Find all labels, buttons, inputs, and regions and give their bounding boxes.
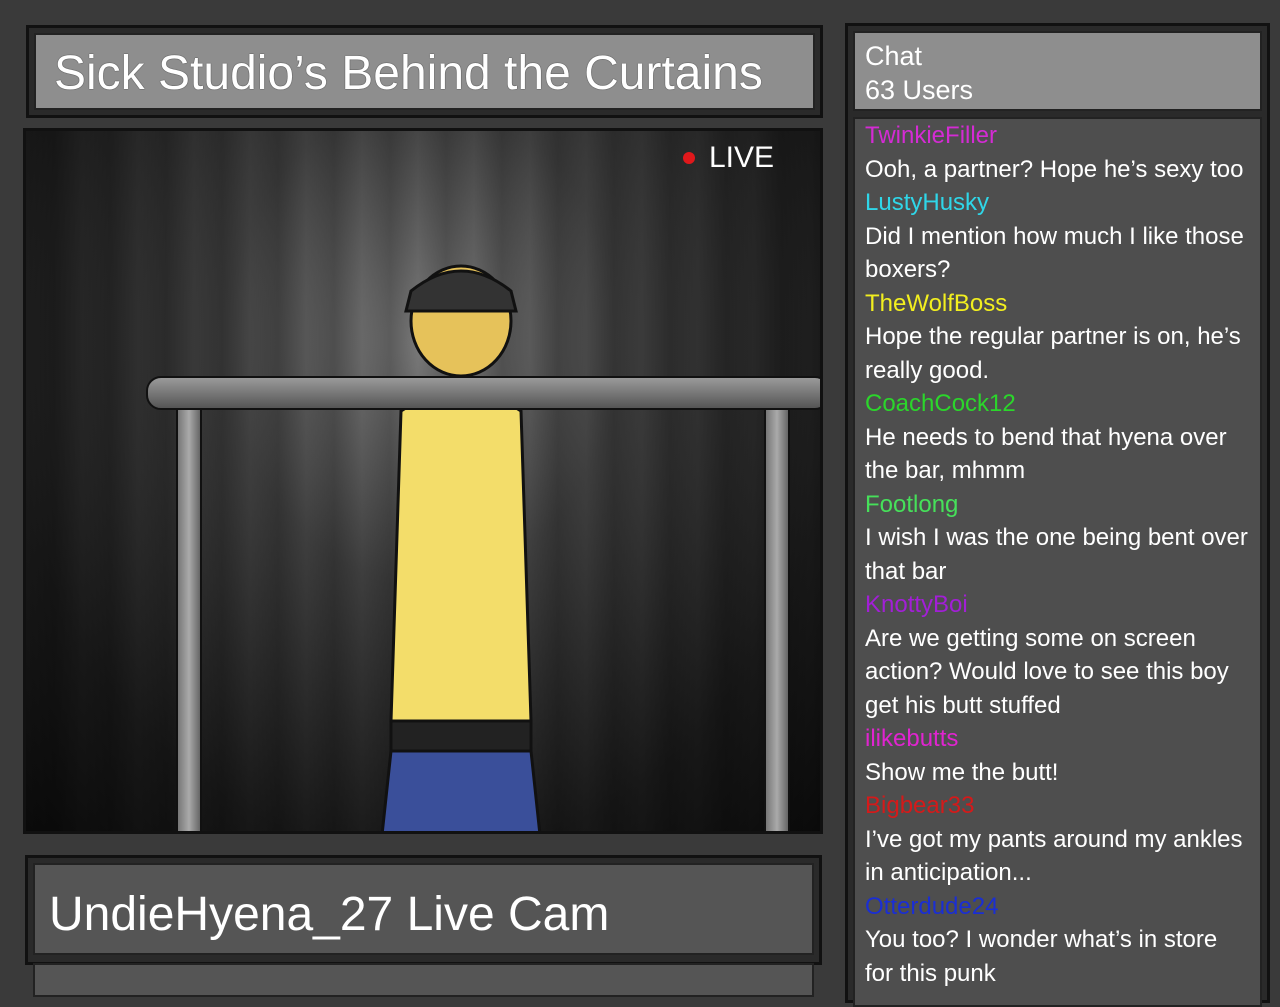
chat-message: CoachCock12 He needs to bend that hyena … (865, 387, 1250, 488)
stream-title-bar: Sick Studio’s Behind the Curtains (26, 25, 823, 118)
chat-text: Hope the regular partner is on, he’s rea… (865, 323, 1241, 384)
chat-message: Bigbear33 I’ve got my pants around my an… (865, 789, 1250, 890)
streamer-figure (331, 251, 591, 831)
chat-message: ilikebutts Show me the butt! (865, 722, 1250, 789)
live-indicator: LIVE (682, 141, 774, 175)
video-player[interactable]: LIVE (23, 128, 823, 834)
bar-post-right (764, 406, 790, 831)
chat-username[interactable]: Bigbear33 (865, 789, 1250, 823)
chat-panel: Chat 63 Users TwinkieFiller Ooh, a partn… (845, 23, 1270, 1007)
chat-username[interactable]: LustyHusky (865, 186, 1250, 220)
chat-text: I’ve got my pants around my ankles in an… (865, 825, 1243, 887)
chat-text: You too? I wonder what’s in store for th… (865, 926, 1218, 987)
chat-text: Did I mention how much I like those boxe… (865, 222, 1244, 284)
cam-label-panel: UndieHyena_27 Live Cam (25, 855, 822, 997)
chat-header: Chat 63 Users (853, 31, 1262, 111)
chat-messages[interactable]: TwinkieFiller Ooh, a partner? Hope he’s … (853, 117, 1262, 1007)
live-label: LIVE (708, 141, 774, 174)
chat-username[interactable]: ilikebutts (865, 722, 1250, 756)
chat-text: Are we getting some on screen action? Wo… (865, 624, 1229, 719)
chat-username[interactable]: TheWolfBoss (865, 287, 1250, 321)
chat-username[interactable]: Footlong (865, 488, 1250, 522)
chat-text: Show me the butt! (865, 758, 1059, 786)
chat-message: Otterdude24 You too? I wonder what’s in … (865, 890, 1250, 991)
chat-user-count: 63 Users (865, 75, 974, 105)
chat-username[interactable]: Otterdude24 (865, 890, 1250, 924)
chat-title: Chat (865, 41, 923, 71)
chat-username[interactable]: KnottyBoi (865, 588, 1250, 622)
chat-username[interactable]: CoachCock12 (865, 387, 1250, 421)
chat-text: I wish I was the one being bent over tha… (865, 524, 1248, 585)
chat-text: Ooh, a partner? Hope he’s sexy too (865, 155, 1244, 183)
chat-text: He needs to bend that hyena over the bar… (865, 423, 1227, 485)
chat-message: TwinkieFiller Ooh, a partner? Hope he’s … (865, 119, 1250, 186)
pull-up-bar (146, 376, 820, 410)
chat-message: KnottyBoi Are we getting some on screen … (865, 588, 1250, 722)
cam-info-bar (33, 963, 814, 997)
cam-label: UndieHyena_27 Live Cam (33, 863, 814, 955)
live-dot-icon (682, 152, 695, 164)
bar-post-left (176, 406, 202, 831)
chat-username[interactable]: TwinkieFiller (865, 119, 1250, 153)
chat-message: LustyHusky Did I mention how much I like… (865, 186, 1250, 287)
chat-message: Footlong I wish I was the one being bent… (865, 488, 1250, 589)
chat-message: TheWolfBoss Hope the regular partner is … (865, 287, 1250, 388)
stream-title: Sick Studio’s Behind the Curtains (34, 33, 815, 110)
